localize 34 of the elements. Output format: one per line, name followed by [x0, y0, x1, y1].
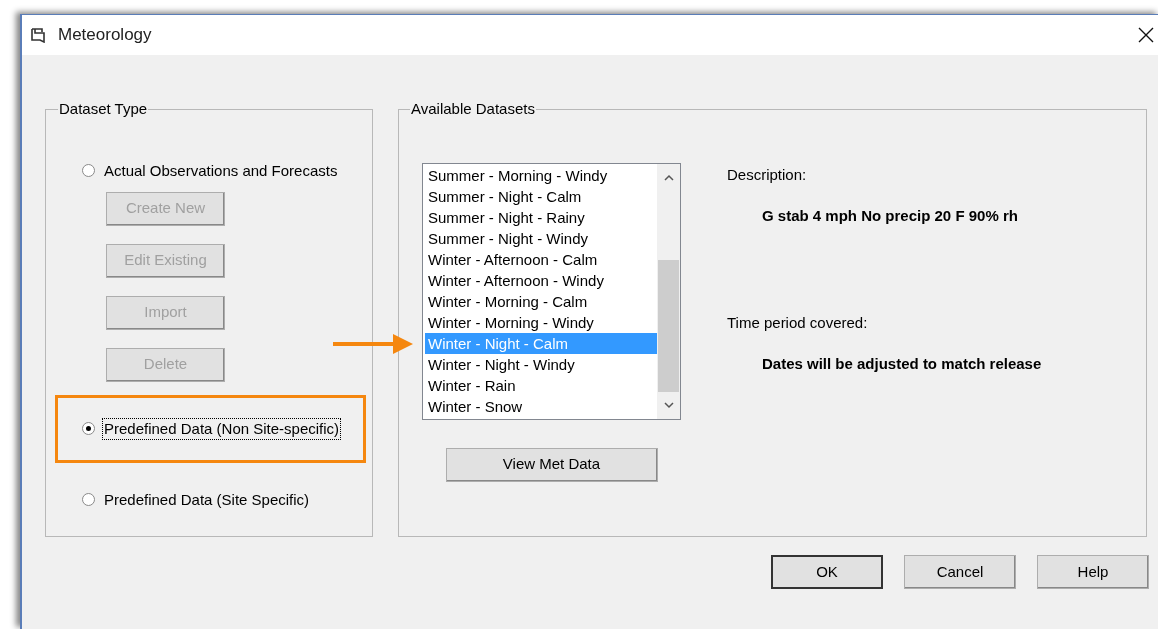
- list-item[interactable]: Summer - Night - Calm: [425, 185, 657, 207]
- action-button[interactable]: View Met Data: [445, 447, 658, 482]
- list-item[interactable]: Winter - Afternoon - Calm: [425, 248, 657, 270]
- list-item[interactable]: Winter - Rain: [425, 374, 657, 396]
- description-text: G stab 4 mph No precip 20 F 90% rh: [762, 206, 1019, 226]
- list-item[interactable]: Winter - Morning - Calm: [425, 290, 657, 312]
- scroll-down-icon[interactable]: [663, 400, 674, 409]
- list-item[interactable]: Winter - Snow: [425, 395, 657, 417]
- time-period-label: Time period covered:: [727, 312, 869, 333]
- action-button[interactable]: OK: [771, 555, 883, 589]
- list-item[interactable]: Winter - Afternoon - Windy: [425, 269, 657, 291]
- action-button[interactable]: Help: [1037, 555, 1149, 589]
- list-item[interactable]: Winter - Morning - Windy: [425, 311, 657, 333]
- group-title: Dataset Type: [58, 99, 149, 119]
- scroll-up-icon[interactable]: [663, 173, 674, 182]
- close-icon[interactable]: [1138, 27, 1154, 43]
- window-title: Meteorology: [58, 24, 152, 47]
- scroll-thumb[interactable]: [658, 259, 679, 392]
- window-icon: [30, 27, 48, 43]
- radio-button[interactable]: [82, 493, 95, 506]
- group-title: Available Datasets: [410, 99, 536, 119]
- description-label: Description:: [727, 164, 808, 185]
- radio-label[interactable]: Actual Observations and Forecasts: [103, 160, 339, 181]
- list-item[interactable]: Summer - Night - Rainy: [425, 206, 657, 228]
- time-period-text: Dates will be adjusted to match release: [762, 354, 1042, 374]
- radio-button[interactable]: [82, 164, 95, 177]
- radio-label[interactable]: Predefined Data (Non Site-specific): [103, 418, 341, 439]
- scrollbar[interactable]: [657, 163, 680, 419]
- radio-label[interactable]: Predefined Data (Site Specific): [103, 489, 311, 510]
- list-item[interactable]: Summer - Morning - Windy: [425, 164, 657, 186]
- radio-button[interactable]: [82, 422, 95, 435]
- list-item[interactable]: Summer - Night - Windy: [425, 227, 657, 249]
- list-item[interactable]: Winter - Night - Windy: [425, 353, 657, 375]
- action-button[interactable]: Cancel: [904, 555, 1016, 589]
